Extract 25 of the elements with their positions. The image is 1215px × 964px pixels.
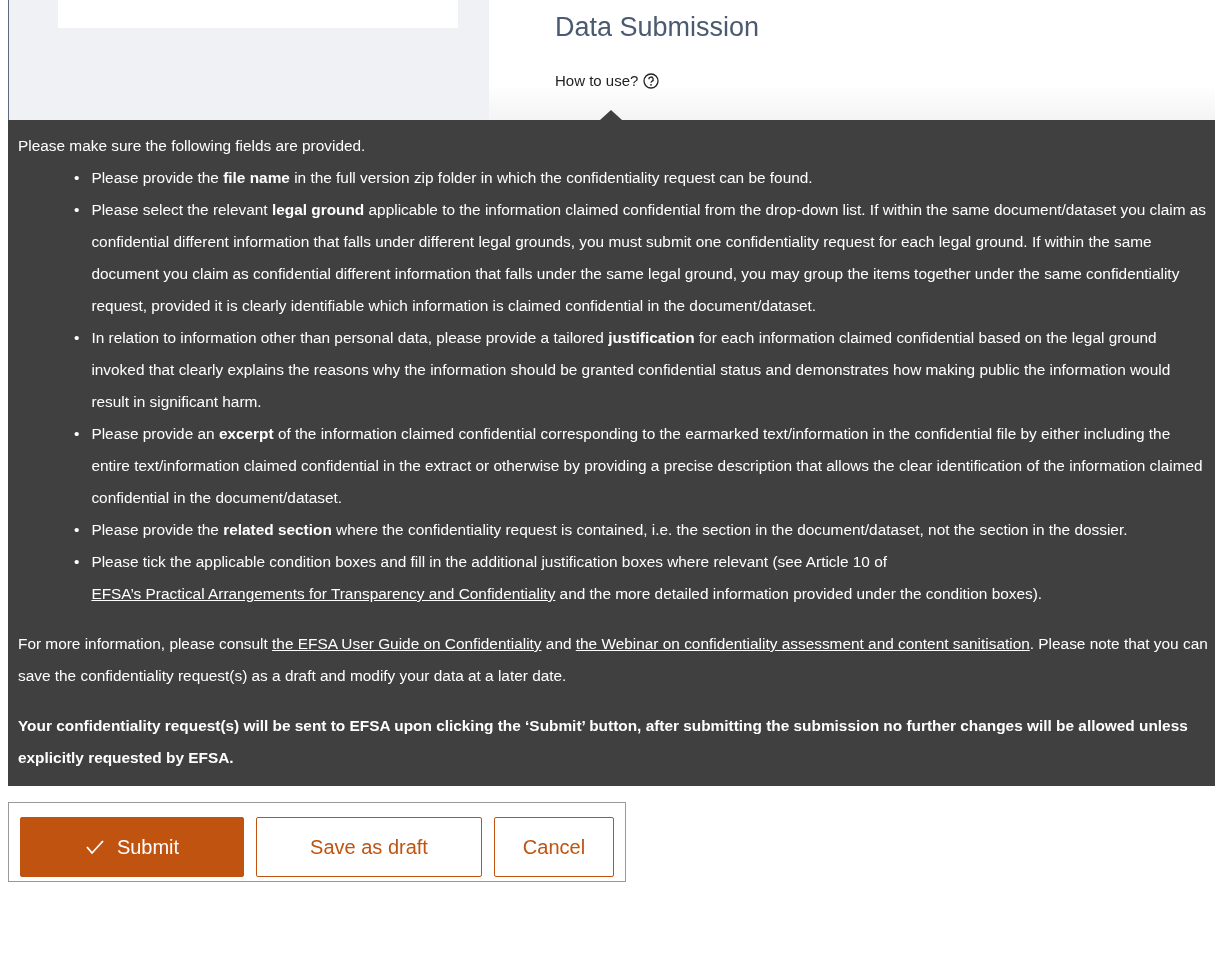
instruction-item: Please select the relevant legal ground applicable to the information claimed confidential from the drop-down list. If within the same document/dataset you claim as confidential different information that falls under different legal grounds, you must submit one confidentiality request for each legal ground. If within the same document you claim as confidential different information that falls under the same legal ground, you may group the items together under the same confidentiality request, provided it is clearly identifiable which information is claimed confidential in the document/dataset. <box>91 200 1208 316</box>
bullet-marker: • <box>74 520 80 540</box>
bullet-marker: • <box>74 552 80 572</box>
instruction-item: Please provide an excerpt of the information claimed confidential corresponding to the earmarked text/information in the confidential file by either including the entire text/information claimed confidential in the extract or otherwise by providing a precise description that allows the clear identification of the information claimed confidential in the document/dataset. <box>91 424 1204 508</box>
more-info-text: For more information, please consult the EFSA User Guide on Confidentiality and the Webinar on confidentiality assessment and content sanitisation. Please note that you can save the confidentiality request(s) as a draft and modify your data at a later date. <box>18 634 1209 686</box>
submit-warning: Your confidentiality request(s) will be sent to EFSA upon clicking the ‘Submit’ button, after submitting the submission no further changes will be allowed unless explicitly requested by EFSA. <box>18 716 1189 768</box>
save-draft-button[interactable]: Save as draft <box>256 817 482 877</box>
bullet-marker: • <box>74 328 80 348</box>
how-to-use-link[interactable]: How to use? <box>555 70 639 93</box>
instruction-item: Please tick the applicable condition boxes and fill in the additional justification boxes where relevant (see Article 10 of EFSA’s Practical Arrangements for Transparency and Confidentiality and the more detailed information provided under the condition boxes). <box>91 552 1044 604</box>
bullet-marker: • <box>74 200 80 220</box>
tooltip-link[interactable]: EFSA’s Practical Arrangements for Transparency and Confidentiality <box>91 585 556 602</box>
help-icon <box>643 73 660 90</box>
tooltip-link[interactable]: the Webinar on confidentiality assessment and content sanitisation <box>575 635 1030 652</box>
tooltip-intro: Please make sure the following fields are provided. <box>18 136 367 156</box>
instruction-item: Please provide the related section where the confidentiality request is contained, i.e. the section in the document/dataset, not the section in the dossier. <box>91 520 1128 540</box>
bullet-marker: • <box>74 424 80 444</box>
check-icon <box>84 839 105 855</box>
cancel-button[interactable]: Cancel <box>494 817 614 877</box>
submit-button[interactable]: Submit <box>20 817 244 877</box>
instruction-item: Please provide the file name in the full version zip folder in which the confidentiality request can be found. <box>91 168 813 188</box>
instruction-item: In relation to information other than personal data, please provide a tailored justification for each information claimed confidential based on the legal ground invoked that clearly explains the reasons why the information should be granted confidential status and demonstrates how making public the information would result in significant harm. <box>91 328 1172 412</box>
page-title: Data Submission <box>555 11 761 44</box>
tooltip-link[interactable]: the EFSA User Guide on Confidentiality <box>272 635 542 652</box>
bullet-marker: • <box>74 168 80 188</box>
